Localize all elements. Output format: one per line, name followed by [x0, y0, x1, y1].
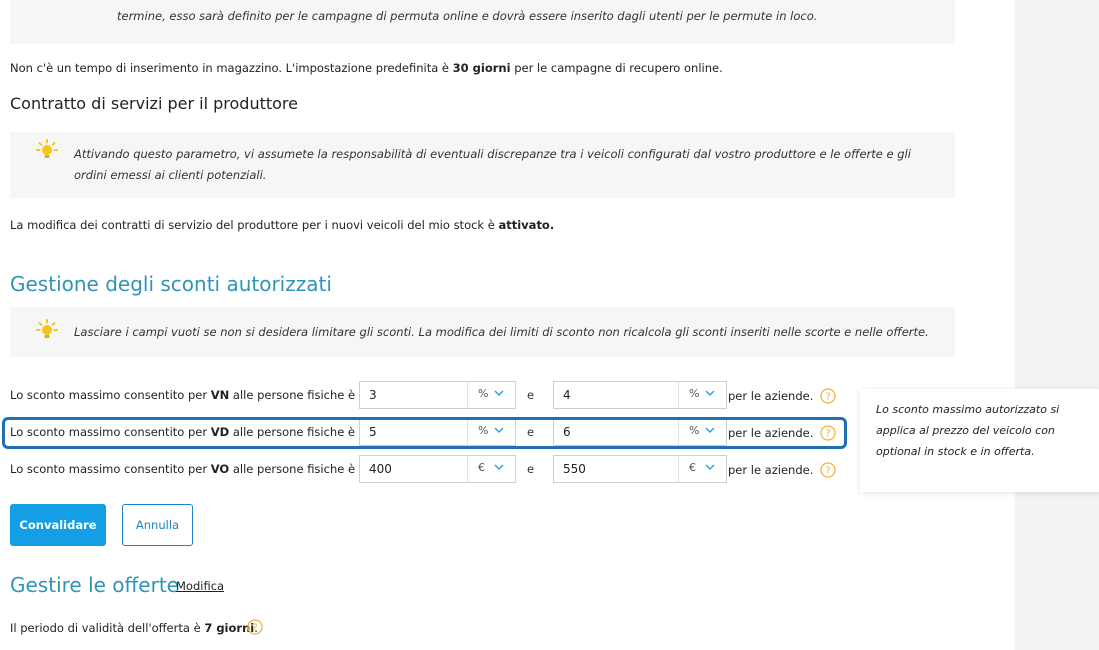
edit-offers-link[interactable]: Modifica	[176, 579, 224, 593]
offers-section-title: Gestire le offerte	[10, 573, 179, 597]
chevron-down-icon	[494, 464, 504, 470]
cancel-button[interactable]: Annulla	[122, 504, 193, 546]
help-icon[interactable]: ?	[820, 462, 836, 478]
discount-tooltip-text: Lo sconto massimo autorizzato si applica…	[876, 403, 1060, 458]
discount-row-label: Lo sconto massimo consentito per VO alle…	[10, 462, 356, 476]
individual-discount-input[interactable]: 400 €	[359, 455, 516, 483]
discount-row-vn: Lo sconto massimo consentito per VN alle…	[10, 381, 840, 411]
unit-select[interactable]: €	[678, 456, 726, 482]
producer-contract-status: La modifica dei contratti di servizio de…	[10, 218, 555, 232]
discounts-note-box: Lasciare i campi vuoti se non si desider…	[10, 307, 955, 357]
unit-select[interactable]: €	[467, 456, 515, 482]
and-text: e	[527, 388, 535, 402]
stock-time-text: Non c'è un tempo di inserimento in magaz…	[10, 61, 723, 75]
discount-row-vo: Lo sconto massimo consentito per VO alle…	[10, 455, 840, 485]
chevron-down-icon	[494, 390, 504, 396]
producer-contract-title: Contratto di servizi per il produttore	[10, 94, 298, 113]
lightbulb-icon	[36, 139, 58, 158]
company-suffix: per le aziende.	[728, 389, 814, 403]
help-icon[interactable]: ?	[820, 388, 836, 404]
trade-in-note-text: termine, esso sarà definito per le campa…	[117, 9, 818, 23]
lightbulb-icon	[36, 319, 58, 338]
unit-select[interactable]: %	[467, 382, 515, 408]
discounts-note-text: Lasciare i campi vuoti se non si desider…	[74, 325, 929, 339]
trade-in-note-box: termine, esso sarà definito per le campa…	[10, 0, 955, 44]
producer-contract-note-box: Attivando questo parametro, vi assumete …	[10, 132, 955, 198]
validate-button[interactable]: Convalidare	[10, 504, 106, 546]
svg-text:?: ?	[825, 392, 830, 403]
help-icon[interactable]: ?	[247, 619, 263, 635]
individual-discount-input[interactable]: 3 %	[359, 381, 516, 409]
company-suffix: per le aziende.	[728, 463, 814, 477]
svg-text:?: ?	[252, 623, 257, 634]
discount-tooltip: Lo sconto massimo autorizzato si applica…	[860, 389, 1099, 492]
offer-validity-text: Il periodo di validità dell'offerta è 7 …	[10, 621, 258, 635]
and-text: e	[527, 462, 535, 476]
discounts-section-title: Gestione degli sconti autorizzati	[10, 272, 332, 296]
company-discount-input[interactable]: 4 %	[553, 381, 727, 409]
producer-contract-note-text: Attivando questo parametro, vi assumete …	[74, 147, 911, 182]
chevron-down-icon	[705, 464, 715, 470]
unit-select[interactable]: %	[678, 382, 726, 408]
chevron-down-icon	[705, 390, 715, 396]
svg-text:?: ?	[825, 466, 830, 477]
discount-row-label: Lo sconto massimo consentito per VN alle…	[10, 388, 356, 402]
company-discount-input[interactable]: 550 €	[553, 455, 727, 483]
right-side-panel	[1015, 0, 1099, 650]
vd-row-highlight	[2, 417, 847, 449]
